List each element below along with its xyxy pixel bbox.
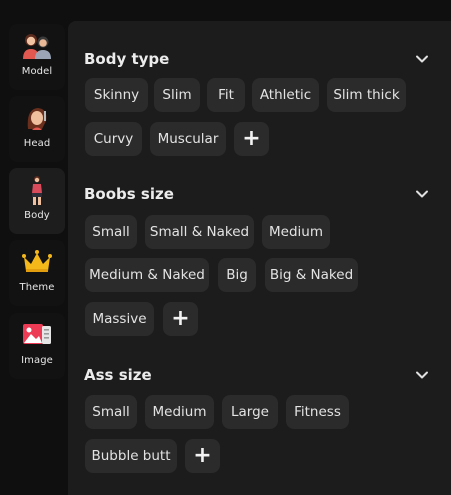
option-chip-medium-naked[interactable]: Medium & Naked (85, 258, 209, 292)
option-chip-bubble-butt[interactable]: Bubble butt (85, 439, 177, 473)
sidebar-item-image[interactable]: Image (9, 313, 65, 379)
section-title-ass-size: Ass size (84, 366, 152, 384)
option-chip-big-naked[interactable]: Big & Naked (265, 258, 358, 292)
option-chip-fitness[interactable]: Fitness (286, 395, 349, 429)
option-chip-muscular[interactable]: Muscular (150, 122, 226, 156)
option-chip-fit[interactable]: Fit (207, 78, 245, 112)
image-icon (19, 317, 55, 353)
sidebar-item-label: Head (23, 138, 51, 149)
head-icon (19, 100, 55, 136)
section-title-boobs-size: Boobs size (84, 185, 174, 203)
sidebar-item-label: Body (24, 210, 50, 221)
sidebar: Model Head Body Theme Image (0, 0, 68, 495)
sidebar-item-body[interactable]: Body (9, 168, 65, 234)
plus-icon: + (171, 306, 190, 331)
option-chip-slim[interactable]: Slim (154, 78, 200, 112)
option-chip-large[interactable]: Large (222, 395, 278, 429)
chevron-down-icon[interactable] (415, 368, 429, 382)
option-chip-medium[interactable]: Medium (262, 215, 330, 249)
sidebar-item-label: Theme (19, 282, 55, 293)
model-icon (19, 28, 55, 64)
plus-icon: + (193, 443, 212, 468)
option-chip-curvy[interactable]: Curvy (85, 122, 142, 156)
add-body-type-button[interactable]: + (234, 122, 269, 156)
option-chip-skinny[interactable]: Skinny (85, 78, 148, 112)
options-panel: Body type Skinny Slim Fit Athletic Slim … (68, 21, 451, 495)
option-chip-athletic[interactable]: Athletic (252, 78, 319, 112)
option-chip-massive[interactable]: Massive (85, 302, 154, 336)
sidebar-item-model[interactable]: Model (9, 24, 65, 90)
sidebar-item-label: Model (21, 66, 53, 77)
body-icon (19, 172, 55, 208)
add-boobs-size-button[interactable]: + (163, 302, 198, 336)
add-ass-size-button[interactable]: + (185, 439, 220, 473)
section-title-body-type: Body type (84, 50, 170, 68)
chevron-down-icon[interactable] (415, 52, 429, 66)
sidebar-item-label: Image (21, 355, 53, 366)
option-chip-medium[interactable]: Medium (145, 395, 214, 429)
plus-icon: + (242, 126, 261, 151)
sidebar-item-head[interactable]: Head (9, 96, 65, 162)
sidebar-item-theme[interactable]: Theme (9, 240, 65, 306)
option-chip-slim-thick[interactable]: Slim thick (327, 78, 406, 112)
chevron-down-icon[interactable] (415, 187, 429, 201)
option-chip-big[interactable]: Big (218, 258, 256, 292)
option-chip-small[interactable]: Small (85, 215, 137, 249)
option-chip-small[interactable]: Small (85, 395, 137, 429)
crown-icon (19, 244, 55, 280)
option-chip-small-naked[interactable]: Small & Naked (145, 215, 254, 249)
